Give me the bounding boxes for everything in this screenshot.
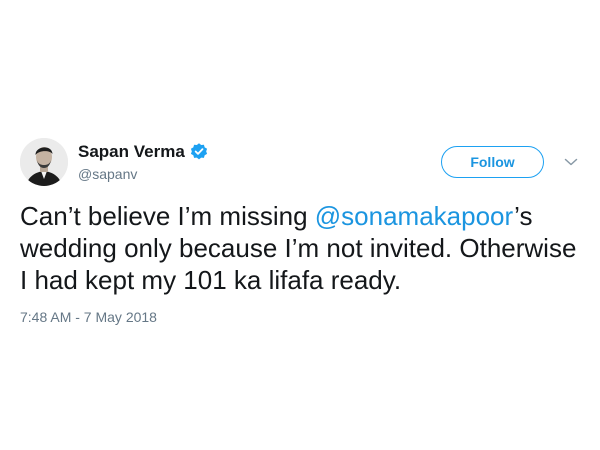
tweet-timestamp[interactable]: 7:48 AM - 7 May 2018 bbox=[20, 309, 580, 325]
follow-button[interactable]: Follow bbox=[441, 146, 544, 178]
tweet-card: Sapan Verma @sapanv Follow Can’t believe… bbox=[20, 138, 580, 325]
avatar[interactable] bbox=[20, 138, 68, 186]
user-names: Sapan Verma @sapanv bbox=[78, 141, 209, 182]
mention-link[interactable]: @sonamakapoor bbox=[315, 201, 514, 231]
tweet-text-part1: Can’t believe I’m missing bbox=[20, 201, 315, 231]
avatar-image bbox=[20, 138, 68, 186]
display-name[interactable]: Sapan Verma bbox=[78, 142, 185, 162]
user-handle[interactable]: @sapanv bbox=[78, 166, 209, 182]
tweet-header: Sapan Verma @sapanv Follow bbox=[20, 138, 580, 188]
chevron-down-icon[interactable] bbox=[564, 155, 578, 169]
tweet-text: Can’t believe I’m missing @sonamakapoor’… bbox=[20, 200, 580, 296]
display-name-row: Sapan Verma bbox=[78, 141, 209, 163]
verified-badge-icon bbox=[189, 142, 209, 162]
